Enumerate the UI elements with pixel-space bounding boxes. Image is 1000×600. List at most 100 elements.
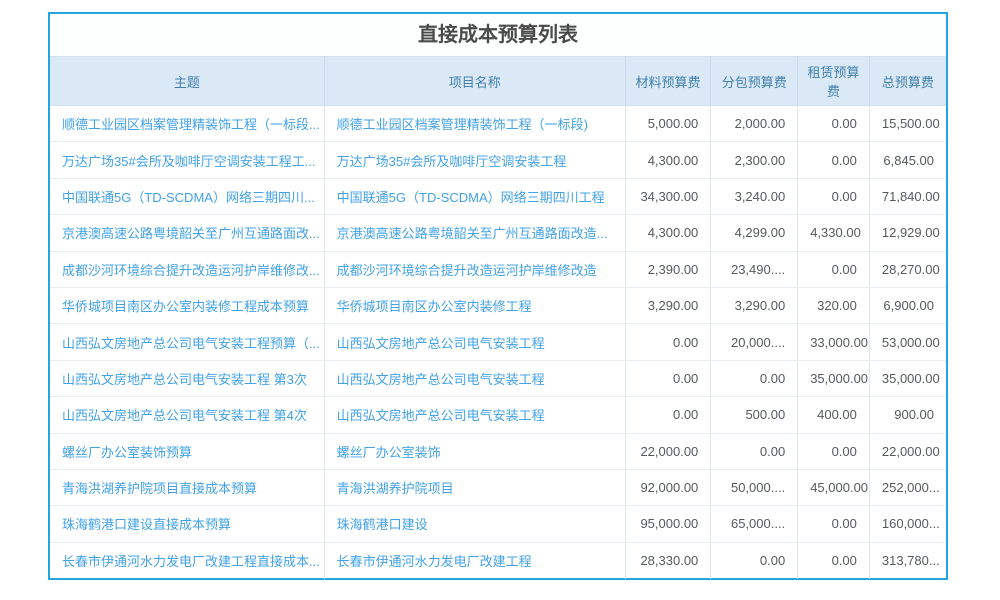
subject-cell: 山西弘文房地产总公司电气安装工程预算（... — [50, 324, 324, 360]
project-link[interactable]: 山西弘文房地产总公司电气安装工程 — [337, 372, 545, 387]
subject-link[interactable]: 青海洪湖养护院项目直接成本预算 — [62, 481, 257, 496]
rental-cell: 0.00 — [798, 178, 870, 214]
table-row: 成都沙河环境综合提升改造运河护岸维修改... 成都沙河环境综合提升改造运河护岸维修… — [50, 251, 946, 287]
subcontract-cell: 2,000.00 — [711, 106, 798, 142]
table-body: 顺德工业园区档案管理精装饰工程（一标段... 顺德工业园区档案管理精装饰工程（一标… — [50, 106, 946, 579]
subject-cell: 山西弘文房地产总公司电气安装工程 第4次 — [50, 397, 324, 433]
project-cell: 青海洪湖养护院项目 — [324, 469, 625, 505]
col-header-project-name: 项目名称 — [324, 57, 625, 106]
total-cell: 15,500.00 — [869, 106, 946, 142]
project-cell: 山西弘文房地产总公司电气安装工程 — [324, 360, 625, 396]
rental-cell: 0.00 — [798, 142, 870, 178]
project-link[interactable]: 长春市伊通河水力发电厂改建工程 — [337, 554, 532, 569]
table-row: 螺丝厂办公室装饰预算螺丝厂办公室装饰22,000.000.000.0022,00… — [50, 433, 946, 469]
project-link[interactable]: 山西弘文房地产总公司电气安装工程 — [337, 336, 545, 351]
project-link[interactable]: 珠海鹤港口建设 — [337, 517, 428, 532]
subject-link[interactable]: 山西弘文房地产总公司电气安装工程 第3次 — [62, 372, 307, 387]
subject-cell: 珠海鹤港口建设直接成本预算 — [50, 506, 324, 542]
table-row: 山西弘文房地产总公司电气安装工程 第4次 山西弘文房地产总公司电气安装工程 0.00… — [50, 397, 946, 433]
total-cell: 71,840.00 — [869, 178, 946, 214]
table-row: 山西弘文房地产总公司电气安装工程 第3次 山西弘文房地产总公司电气安装工程 0.00… — [50, 360, 946, 396]
subject-link[interactable]: 顺德工业园区档案管理精装饰工程（一标段... — [62, 117, 320, 132]
rental-cell: 320.00 — [798, 287, 870, 323]
project-cell: 山西弘文房地产总公司电气安装工程 — [324, 324, 625, 360]
project-cell: 成都沙河环境综合提升改造运河护岸维修改造 — [324, 251, 625, 287]
project-link[interactable]: 万达广场35#会所及咖啡厅空调安装工程 — [337, 154, 567, 169]
total-cell: 22,000.00 — [869, 433, 946, 469]
subcontract-cell: 500.00 — [711, 397, 798, 433]
subcontract-cell: 4,299.00 — [711, 215, 798, 251]
subcontract-cell: 23,490.... — [711, 251, 798, 287]
subject-cell: 长春市伊通河水力发电厂改建工程直接成本... — [50, 542, 324, 578]
total-cell: 900.00 — [869, 397, 946, 433]
project-link[interactable]: 青海洪湖养护院项目 — [337, 481, 454, 496]
subject-link[interactable]: 万达广场35#会所及咖啡厅空调安装工程工... — [62, 154, 316, 169]
project-cell: 山西弘文房地产总公司电气安装工程 — [324, 397, 625, 433]
project-cell: 万达广场35#会所及咖啡厅空调安装工程 — [324, 142, 625, 178]
subject-link[interactable]: 华侨城项目南区办公室内装修工程成本预算 — [62, 299, 309, 314]
col-header-rental-budget: 租赁预算费 — [798, 57, 870, 106]
table-row: 青海洪湖养护院项目直接成本预算 青海洪湖养护院项目 92,000.0050,000.… — [50, 469, 946, 505]
project-cell: 京港澳高速公路粤境韶关至广州互通路面改造... — [324, 215, 625, 251]
rental-cell: 4,330.00 — [798, 215, 870, 251]
subject-cell: 螺丝厂办公室装饰预算 — [50, 433, 324, 469]
material-cell: 3,290.00 — [625, 287, 711, 323]
subject-cell: 中国联通5G（TD-SCDMA）网络三期四川... — [50, 178, 324, 214]
subcontract-cell: 2,300.00 — [711, 142, 798, 178]
col-header-subcontract-budget: 分包预算费 — [711, 57, 798, 106]
subject-link[interactable]: 山西弘文房地产总公司电气安装工程 第4次 — [62, 408, 307, 423]
total-cell: 6,845.00 — [869, 142, 946, 178]
table-row: 顺德工业园区档案管理精装饰工程（一标段... 顺德工业园区档案管理精装饰工程（一标… — [50, 106, 946, 142]
subcontract-cell: 0.00 — [711, 542, 798, 578]
subject-link[interactable]: 长春市伊通河水力发电厂改建工程直接成本... — [62, 554, 320, 569]
project-cell: 长春市伊通河水力发电厂改建工程 — [324, 542, 625, 578]
material-cell: 5,000.00 — [625, 106, 711, 142]
total-cell: 12,929.00 — [869, 215, 946, 251]
project-link[interactable]: 山西弘文房地产总公司电气安装工程 — [337, 408, 545, 423]
rental-cell: 35,000.00 — [798, 360, 870, 396]
rental-cell: 0.00 — [798, 106, 870, 142]
material-cell: 0.00 — [625, 397, 711, 433]
material-cell: 28,330.00 — [625, 542, 711, 578]
material-cell: 22,000.00 — [625, 433, 711, 469]
subject-link[interactable]: 中国联通5G（TD-SCDMA）网络三期四川... — [62, 190, 315, 205]
rental-cell: 400.00 — [798, 397, 870, 433]
project-link[interactable]: 螺丝厂办公室装饰 — [337, 445, 441, 460]
subcontract-cell: 50,000.... — [711, 469, 798, 505]
project-cell: 顺德工业园区档案管理精装饰工程（一标段) — [324, 106, 625, 142]
rental-cell: 0.00 — [798, 251, 870, 287]
subcontract-cell: 3,240.00 — [711, 178, 798, 214]
subject-link[interactable]: 成都沙河环境综合提升改造运河护岸维修改... — [62, 263, 320, 278]
subject-link[interactable]: 螺丝厂办公室装饰预算 — [62, 445, 192, 460]
project-link[interactable]: 华侨城项目南区办公室内装修工程 — [337, 299, 532, 314]
project-link[interactable]: 成都沙河环境综合提升改造运河护岸维修改造 — [337, 263, 597, 278]
table-row: 京港澳高速公路粤境韶关至广州互通路面改... 京港澳高速公路粤境韶关至广州互通路面… — [50, 215, 946, 251]
subject-link[interactable]: 珠海鹤港口建设直接成本预算 — [62, 517, 231, 532]
table-row: 长春市伊通河水力发电厂改建工程直接成本... 长春市伊通河水力发电厂改建工程 28,… — [50, 542, 946, 578]
rental-cell: 0.00 — [798, 433, 870, 469]
project-cell: 珠海鹤港口建设 — [324, 506, 625, 542]
material-cell: 95,000.00 — [625, 506, 711, 542]
project-cell: 螺丝厂办公室装饰 — [324, 433, 625, 469]
table-row: 万达广场35#会所及咖啡厅空调安装工程工... 万达广场35#会所及咖啡厅空调安装… — [50, 142, 946, 178]
subject-cell: 顺德工业园区档案管理精装饰工程（一标段... — [50, 106, 324, 142]
material-cell: 34,300.00 — [625, 178, 711, 214]
material-cell: 4,300.00 — [625, 142, 711, 178]
subject-link[interactable]: 京港澳高速公路粤境韶关至广州互通路面改... — [62, 226, 320, 241]
table-row: 山西弘文房地产总公司电气安装工程预算（...山西弘文房地产总公司电气安装工程0.… — [50, 324, 946, 360]
total-cell: 35,000.00 — [869, 360, 946, 396]
project-link[interactable]: 京港澳高速公路粤境韶关至广州互通路面改造... — [337, 226, 608, 241]
rental-cell: 45,000.00 — [798, 469, 870, 505]
subject-link[interactable]: 山西弘文房地产总公司电气安装工程预算（... — [62, 336, 320, 351]
subject-cell: 京港澳高速公路粤境韶关至广州互通路面改... — [50, 215, 324, 251]
table-row: 中国联通5G（TD-SCDMA）网络三期四川... 中国联通5G（TD-SCDMA… — [50, 178, 946, 214]
rental-cell: 0.00 — [798, 542, 870, 578]
project-link[interactable]: 顺德工业园区档案管理精装饰工程（一标段) — [337, 117, 588, 132]
project-link[interactable]: 中国联通5G（TD-SCDMA）网络三期四川工程 — [337, 190, 605, 205]
total-cell: 28,270.00 — [869, 251, 946, 287]
subcontract-cell: 0.00 — [711, 360, 798, 396]
material-cell: 4,300.00 — [625, 215, 711, 251]
material-cell: 2,390.00 — [625, 251, 711, 287]
total-cell: 313,780... — [869, 542, 946, 578]
material-cell: 92,000.00 — [625, 469, 711, 505]
